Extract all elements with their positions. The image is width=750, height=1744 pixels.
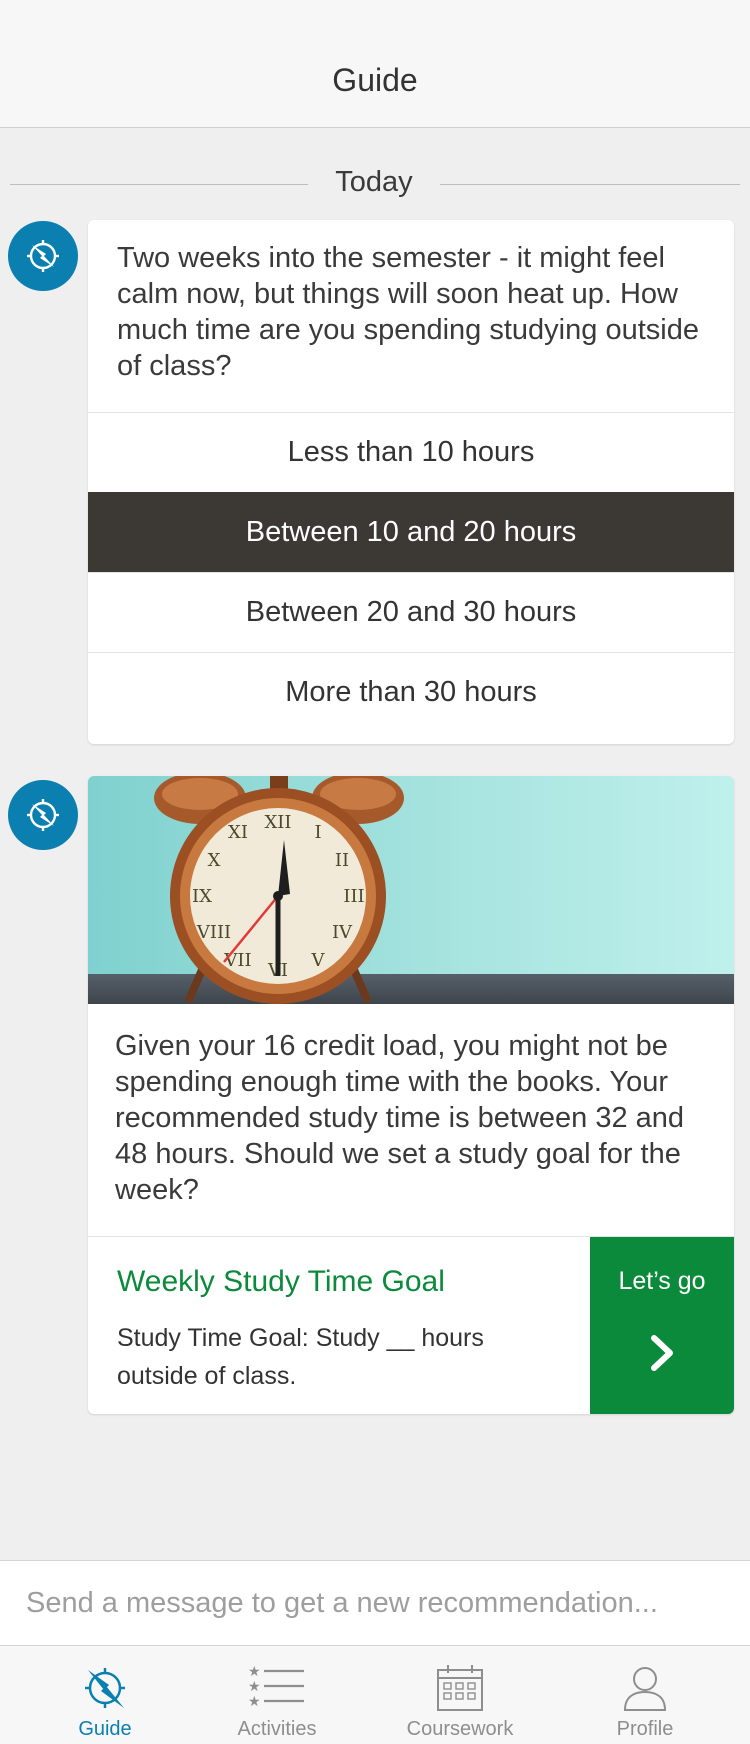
divider-line-left xyxy=(10,184,308,185)
lets-go-label: Let’s go xyxy=(618,1267,706,1295)
svg-text:★: ★ xyxy=(248,1664,261,1680)
svg-text:V: V xyxy=(311,950,326,971)
svg-text:★: ★ xyxy=(248,1694,261,1710)
question-card: Two weeks into the semester - it might f… xyxy=(88,220,734,744)
chevron-right-icon xyxy=(651,1335,673,1371)
recommendation-text: Given your 16 credit load, you might not… xyxy=(115,1030,685,1206)
recommendation-card: XII I II III IV V VI VII VIII IX X XI Gi… xyxy=(88,776,734,1414)
goal-row[interactable]: Weekly Study Time Goal Study Time Goal: … xyxy=(88,1236,734,1414)
nav-header: Guide xyxy=(0,0,750,128)
lets-go-button[interactable]: Let’s go xyxy=(590,1237,734,1414)
svg-text:I: I xyxy=(314,822,321,843)
goal-title[interactable]: Weekly Study Time Goal xyxy=(117,1265,445,1299)
tab-coursework[interactable]: Coursework xyxy=(385,1646,535,1744)
person-icon xyxy=(623,1667,667,1711)
tab-label-guide: Guide xyxy=(78,1718,132,1740)
svg-text:★: ★ xyxy=(248,1679,261,1695)
alarm-clock-icon: XII I II III IV V VI VII VIII IX X XI xyxy=(154,776,404,1004)
list-icon: ★★★ xyxy=(248,1664,304,1710)
date-divider: Today xyxy=(10,166,740,202)
guide-avatar xyxy=(8,221,78,291)
tab-guide[interactable]: Guide xyxy=(30,1646,180,1744)
tab-label-profile: Profile xyxy=(616,1718,674,1740)
calendar-icon xyxy=(437,1665,483,1711)
compass-icon xyxy=(27,799,59,831)
svg-text:IV: IV xyxy=(332,922,353,943)
tab-profile[interactable]: Profile xyxy=(570,1646,720,1744)
tab-label-coursework: Coursework xyxy=(406,1718,514,1740)
goal-description: Study Time Goal: Study __ hours outside … xyxy=(117,1324,484,1390)
page-title: Guide xyxy=(332,62,418,98)
guide-avatar xyxy=(8,780,78,850)
option-10-to-20[interactable]: Between 10 and 20 hours xyxy=(88,492,734,572)
compass-icon xyxy=(85,1668,125,1708)
option-20-to-30[interactable]: Between 20 and 30 hours xyxy=(88,572,734,652)
svg-text:IX: IX xyxy=(192,886,212,907)
svg-text:III: III xyxy=(343,886,364,907)
svg-text:XI: XI xyxy=(228,822,248,843)
date-divider-label: Today xyxy=(335,166,413,198)
message-input[interactable] xyxy=(26,1561,726,1645)
message-bar xyxy=(0,1560,750,1646)
divider-line-right xyxy=(440,184,740,185)
option-more-than-30[interactable]: More than 30 hours xyxy=(88,652,734,732)
svg-text:VIII: VIII xyxy=(196,922,231,943)
svg-text:VII: VII xyxy=(223,950,251,971)
svg-text:X: X xyxy=(208,850,221,871)
question-text: Two weeks into the semester - it might f… xyxy=(117,242,699,382)
svg-text:II: II xyxy=(335,850,349,871)
svg-text:XII: XII xyxy=(264,812,291,833)
tab-activities[interactable]: ★ ★ ★ Activities xyxy=(202,1646,352,1744)
tab-bar: Guide ★ ★ ★ Activities Coursework Profil… xyxy=(0,1646,750,1744)
tab-label-activities: Activities xyxy=(237,1718,317,1740)
compass-icon xyxy=(27,240,59,272)
alarm-clock-image: XII I II III IV V VI VII VIII IX X XI xyxy=(88,776,734,1004)
option-less-than-10[interactable]: Less than 10 hours xyxy=(88,412,734,492)
